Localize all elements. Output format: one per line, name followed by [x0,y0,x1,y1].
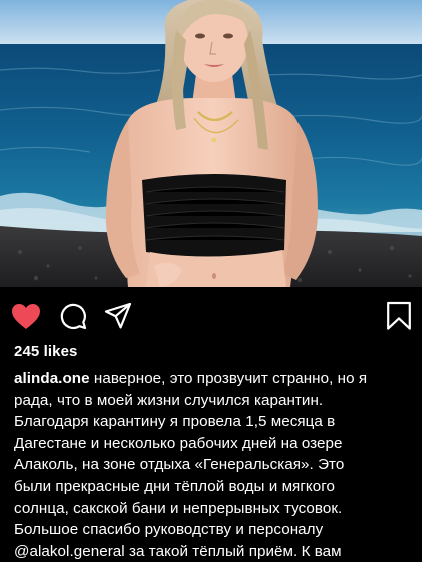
comment-button[interactable] [58,302,88,330]
caption-text: наверное, это прозвучит странно, но я [89,370,368,387]
caption-line: Благодаря карантину я провела 1,5 месяца… [14,413,336,431]
post-action-bar [0,287,422,345]
likes-count[interactable]: 245 likes [14,343,77,360]
caption-line: Дагестане и несколько рабочих дней на оз… [14,434,343,452]
caption-line: @alakol.general за такой тёплый приём. К… [14,542,342,560]
post-photo[interactable] [0,0,422,287]
paper-plane-icon [104,302,132,329]
share-button[interactable] [103,302,133,330]
beach-photo-illustration [0,0,422,287]
caption-line: были прекрасные дни тёплой воды и мягког… [14,477,336,495]
caption-line: Большое спасибо руководству и персоналу [14,521,324,539]
bookmark-icon [387,301,411,330]
caption-line: солнца, сакской бани и непрерывных тусов… [14,499,343,517]
post-caption: alinda.one наверное, это прозвучит стран… [14,368,414,562]
like-button[interactable] [11,302,41,330]
heart-icon [12,303,40,329]
comment-icon [60,303,87,330]
save-button[interactable] [384,301,414,330]
caption-line: alinda.one наверное, это прозвучит стран… [14,368,414,390]
caption-line: рада, что в моей жизни случился карантин… [14,391,324,409]
caption-username[interactable]: alinda.one [14,370,90,387]
caption-line: Алаколь, на зоне отдыха «Генеральская». … [14,456,345,474]
